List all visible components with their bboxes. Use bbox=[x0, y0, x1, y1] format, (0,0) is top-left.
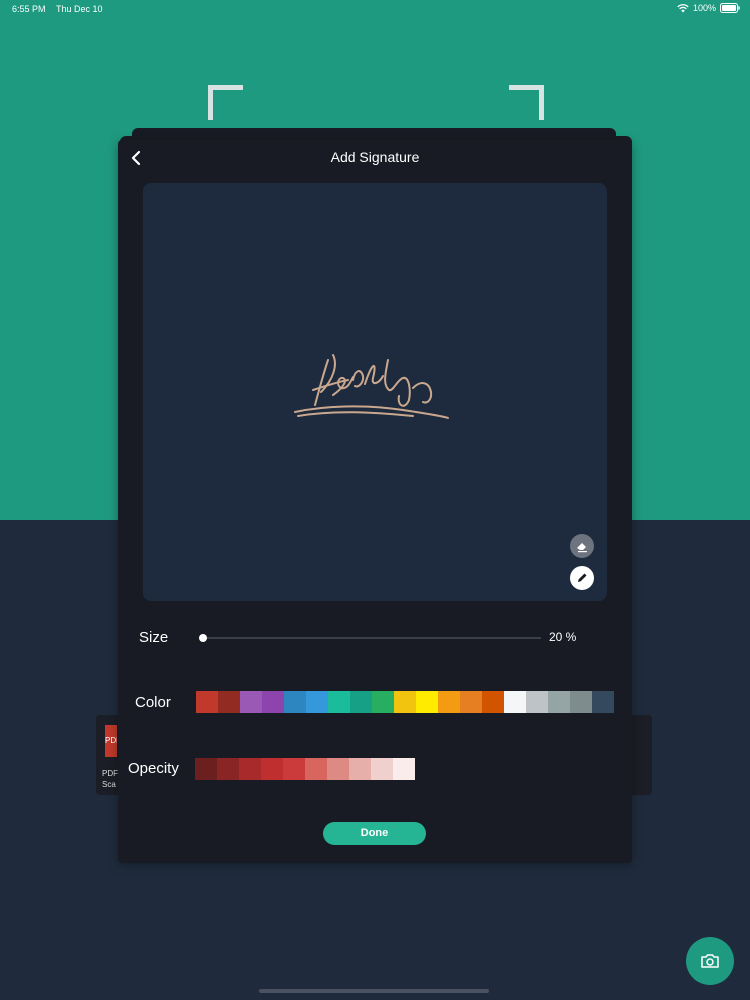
pdf-thumbnail: PDF bbox=[105, 725, 117, 757]
eraser-button[interactable] bbox=[570, 534, 594, 558]
camera-button[interactable] bbox=[686, 937, 734, 985]
camera-icon bbox=[701, 954, 719, 968]
color-swatch[interactable] bbox=[592, 691, 614, 713]
status-time: 6:55 PM bbox=[12, 4, 46, 14]
opacity-swatch[interactable] bbox=[261, 758, 283, 780]
opacity-label: Opecity bbox=[128, 760, 179, 777]
color-swatch[interactable] bbox=[284, 691, 306, 713]
size-slider[interactable] bbox=[199, 634, 541, 642]
battery-percent: 100% bbox=[692, 3, 716, 13]
color-swatch[interactable] bbox=[240, 691, 262, 713]
add-signature-dialog: Add Signature Size 20 % Color Opecity Do… bbox=[118, 140, 632, 863]
color-swatch[interactable] bbox=[460, 691, 482, 713]
size-label: Size bbox=[139, 629, 169, 646]
color-swatch[interactable] bbox=[526, 691, 548, 713]
opacity-palette bbox=[195, 758, 415, 780]
color-swatch[interactable] bbox=[504, 691, 526, 713]
opacity-swatch[interactable] bbox=[393, 758, 415, 780]
opacity-swatch[interactable] bbox=[217, 758, 239, 780]
color-swatch[interactable] bbox=[306, 691, 328, 713]
signature-stroke bbox=[294, 354, 449, 419]
color-swatch[interactable] bbox=[350, 691, 372, 713]
status-date: Thu Dec 10 bbox=[56, 4, 103, 14]
color-swatch[interactable] bbox=[548, 691, 570, 713]
scan-frame-corner-top-right bbox=[509, 85, 544, 120]
battery-icon bbox=[720, 3, 740, 13]
home-indicator bbox=[259, 989, 489, 993]
color-swatch[interactable] bbox=[328, 691, 350, 713]
done-button[interactable]: Done bbox=[323, 822, 426, 845]
signature-canvas[interactable] bbox=[143, 183, 607, 601]
scan-frame-corner-top-left bbox=[208, 85, 243, 120]
document-card-sublabel: Sca bbox=[102, 780, 116, 789]
status-right: 100% bbox=[677, 3, 740, 13]
color-swatch[interactable] bbox=[262, 691, 284, 713]
color-palette bbox=[196, 691, 614, 713]
dialog-title: Add Signature bbox=[330, 149, 420, 165]
eraser-icon bbox=[577, 543, 587, 553]
color-swatch[interactable] bbox=[372, 691, 394, 713]
color-swatch[interactable] bbox=[218, 691, 240, 713]
opacity-swatch[interactable] bbox=[239, 758, 261, 780]
pen-button[interactable] bbox=[570, 566, 594, 590]
color-swatch[interactable] bbox=[196, 691, 218, 713]
color-swatch[interactable] bbox=[416, 691, 438, 713]
opacity-swatch[interactable] bbox=[371, 758, 393, 780]
pen-icon bbox=[578, 573, 587, 582]
opacity-swatch[interactable] bbox=[305, 758, 327, 780]
document-card-label: PDF bbox=[102, 769, 118, 778]
opacity-swatch[interactable] bbox=[195, 758, 217, 780]
color-label: Color bbox=[135, 694, 171, 711]
size-value: 20 % bbox=[549, 630, 577, 644]
opacity-swatch[interactable] bbox=[349, 758, 371, 780]
opacity-swatch[interactable] bbox=[283, 758, 305, 780]
size-slider-thumb[interactable] bbox=[199, 634, 207, 642]
color-swatch[interactable] bbox=[482, 691, 504, 713]
status-bar: 6:55 PM Thu Dec 10 100% bbox=[0, 0, 750, 18]
opacity-swatch[interactable] bbox=[327, 758, 349, 780]
color-swatch[interactable] bbox=[570, 691, 592, 713]
color-swatch[interactable] bbox=[394, 691, 416, 713]
color-swatch[interactable] bbox=[438, 691, 460, 713]
wifi-icon bbox=[677, 3, 689, 13]
